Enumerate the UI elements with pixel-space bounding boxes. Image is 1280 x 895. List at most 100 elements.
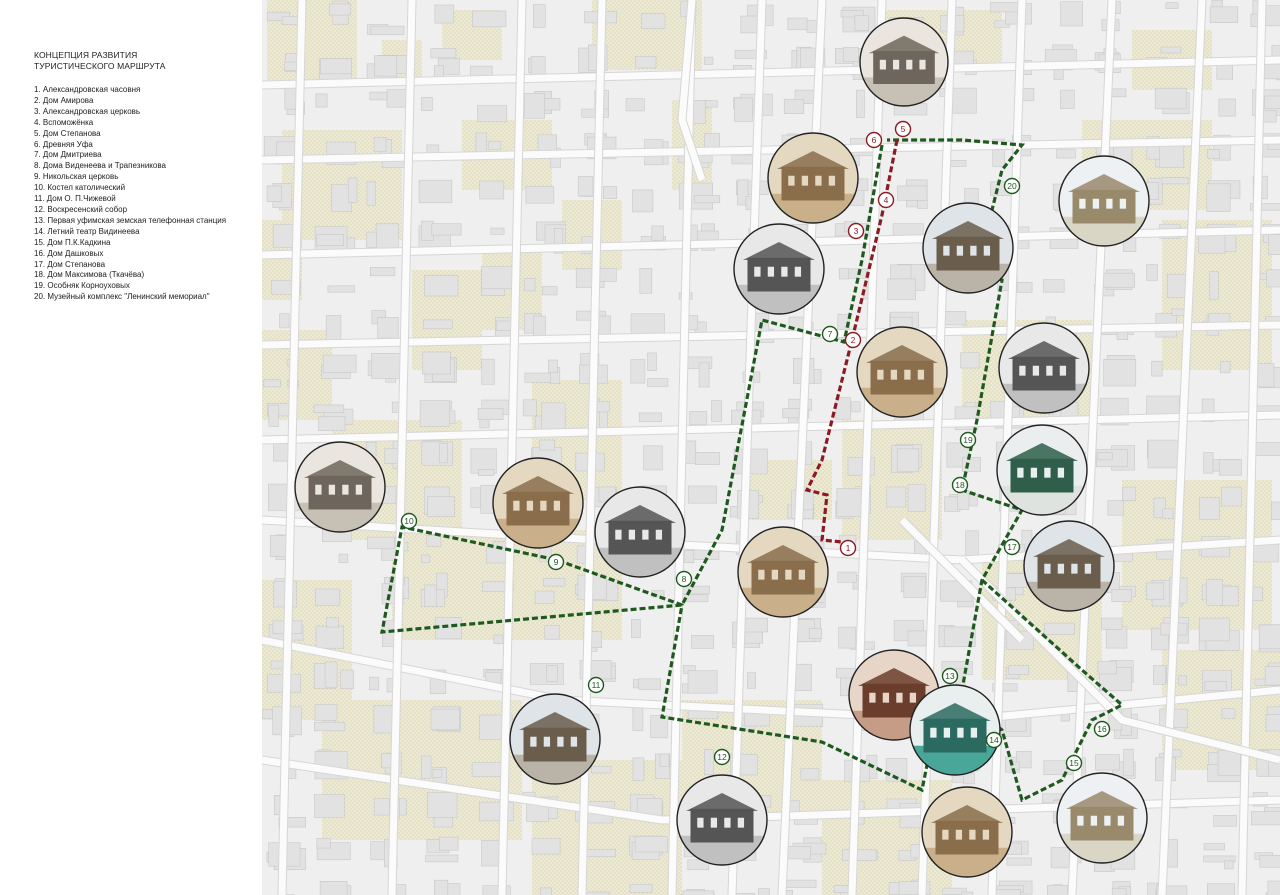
green-route-marker-16[interactable]: 16	[1093, 720, 1111, 738]
building	[1111, 888, 1127, 895]
building	[434, 4, 455, 24]
photo-window	[570, 736, 578, 747]
marker-label: 18	[955, 480, 965, 490]
green-route-marker-19[interactable]: 19	[959, 431, 977, 449]
city-map[interactable]: 1 2 3 4 5 6 7 8 9 10 11 12 13 14 15 16 17 18 19 20	[262, 0, 1280, 895]
building	[366, 231, 377, 248]
legend-item: 3. Александровская церковь	[34, 106, 141, 116]
dom-dmitrieva-photo[interactable]	[922, 202, 1014, 309]
photo-window	[788, 175, 795, 186]
building	[630, 313, 665, 335]
building	[711, 400, 722, 422]
legend-item: 18. Дом Максимова (Ткачёва)	[34, 270, 145, 280]
building	[531, 838, 561, 855]
building	[635, 56, 657, 69]
photo-window	[767, 266, 775, 277]
building	[522, 399, 537, 417]
green-route-marker-7[interactable]: 7	[821, 325, 839, 343]
building	[964, 188, 979, 205]
green-route-marker-20[interactable]: 20	[1003, 177, 1021, 195]
building	[315, 588, 341, 606]
photo-window	[869, 692, 876, 703]
building	[836, 488, 862, 517]
building	[1060, 89, 1075, 109]
green-route-marker-9[interactable]: 9	[547, 553, 565, 571]
legend-item: 13. Первая уфимская земская телефонная с…	[34, 215, 227, 225]
building	[591, 766, 612, 774]
drevnyaya-ufa-photo[interactable]	[859, 17, 949, 121]
photo-window	[1077, 815, 1084, 826]
green-route-marker-8[interactable]: 8	[675, 570, 693, 588]
marker-label: 6	[872, 135, 877, 145]
building	[367, 536, 395, 550]
photo-window	[982, 829, 990, 840]
building	[643, 445, 663, 471]
building	[1218, 459, 1242, 476]
photo-window	[893, 59, 900, 70]
green-area	[842, 420, 942, 540]
green-route-marker-13[interactable]: 13	[941, 667, 959, 685]
marker-label: 8	[682, 574, 687, 584]
photo-window	[513, 500, 520, 511]
photo-window	[1106, 198, 1113, 209]
building	[434, 879, 449, 895]
building	[1250, 811, 1280, 826]
photo-window	[798, 569, 806, 580]
legend-item: 14. Летний театр Видинеева	[34, 226, 140, 236]
photo-window	[955, 829, 963, 840]
marker-label: 10	[404, 516, 414, 526]
building	[896, 448, 920, 473]
red-route-marker-2[interactable]: 2	[844, 331, 862, 349]
building	[1160, 46, 1182, 54]
building	[785, 845, 811, 860]
building	[427, 496, 455, 518]
building	[313, 721, 346, 732]
building	[479, 180, 505, 200]
building	[439, 836, 459, 851]
red-route-marker-6[interactable]: 6	[865, 131, 883, 149]
building	[1105, 626, 1128, 649]
building	[694, 452, 720, 465]
photo-window	[794, 266, 802, 277]
green-route-marker-14[interactable]: 14	[985, 731, 1003, 749]
green-route-marker-15[interactable]: 15	[1065, 754, 1083, 772]
green-route-marker-11[interactable]: 11	[587, 676, 605, 694]
photo-window	[1092, 198, 1100, 209]
photo-window	[540, 500, 547, 511]
photo-window	[1046, 365, 1053, 376]
building	[315, 625, 344, 649]
building	[1043, 622, 1075, 635]
building	[1254, 442, 1280, 456]
building	[384, 448, 399, 464]
building	[887, 278, 917, 300]
green-route-marker-10[interactable]: 10	[400, 512, 418, 530]
building	[326, 617, 339, 628]
aleksandrovskaya-chasovnya-photo[interactable]	[737, 526, 829, 633]
photo-window	[917, 369, 925, 380]
building	[1103, 358, 1137, 387]
photo-window	[655, 529, 663, 540]
building	[424, 584, 437, 607]
building	[703, 56, 714, 65]
green-route-marker-17[interactable]: 17	[1003, 538, 1021, 556]
photo-window	[1079, 198, 1086, 209]
photo-window	[1057, 467, 1065, 478]
red-route-marker-1[interactable]: 1	[839, 539, 857, 557]
photo-window	[943, 245, 950, 256]
photo-window	[942, 829, 949, 840]
building	[371, 352, 403, 379]
building	[647, 378, 669, 387]
building	[838, 268, 850, 280]
building	[314, 794, 345, 818]
building	[477, 407, 504, 420]
building	[320, 58, 352, 75]
building	[1209, 271, 1219, 300]
photo-window	[930, 727, 937, 738]
building	[783, 98, 805, 114]
red-route-marker-3[interactable]: 3	[847, 222, 865, 240]
green-route-marker-12[interactable]: 12	[713, 748, 731, 766]
red-route-marker-4[interactable]: 4	[877, 191, 895, 209]
green-route-marker-18[interactable]: 18	[951, 476, 969, 494]
photo-window	[754, 266, 761, 277]
red-route-marker-5[interactable]: 5	[894, 120, 912, 138]
